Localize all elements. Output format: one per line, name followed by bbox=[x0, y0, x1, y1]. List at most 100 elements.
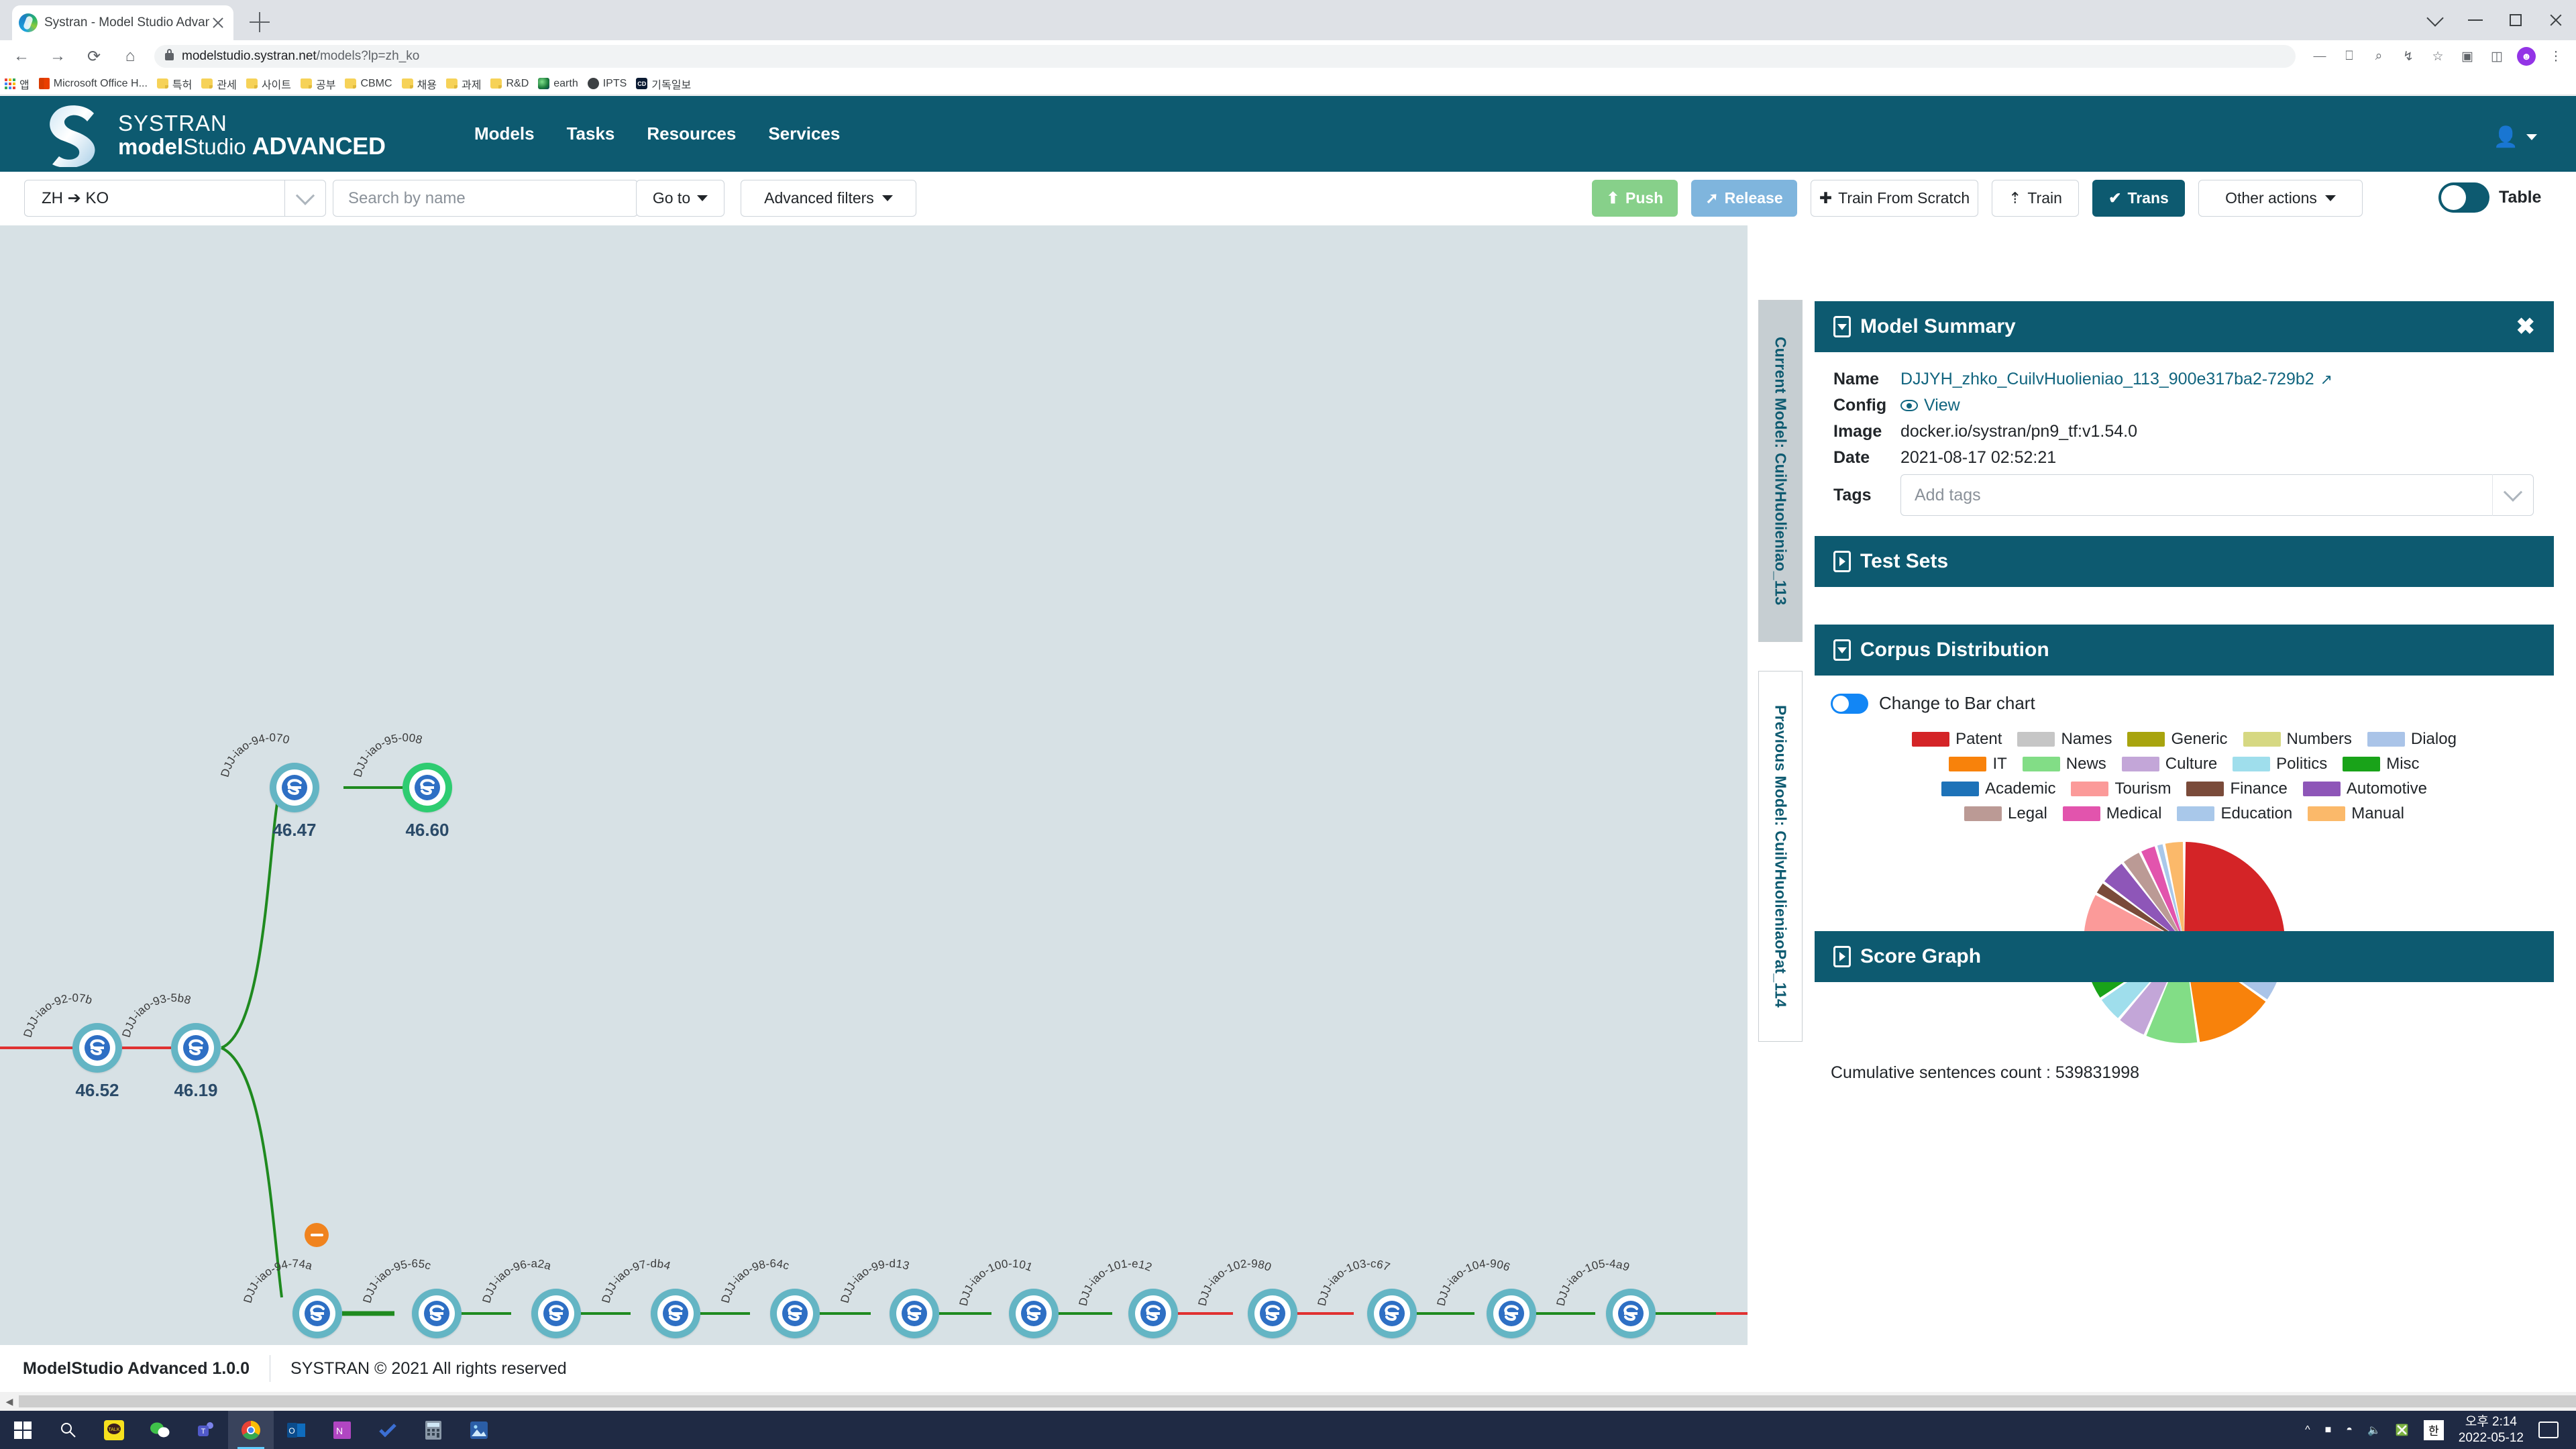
legend-item[interactable]: Generic bbox=[2127, 730, 2228, 749]
graph-node[interactable] bbox=[270, 763, 319, 812]
bookmark-folder-5[interactable]: CBMC bbox=[340, 72, 396, 95]
config-view-link[interactable]: View bbox=[1924, 396, 1960, 415]
toggle-switch[interactable] bbox=[2438, 182, 2489, 213]
nav-services[interactable]: Services bbox=[752, 123, 856, 144]
nav-models[interactable]: Models bbox=[458, 123, 551, 144]
legend-item[interactable]: Academic bbox=[1941, 780, 2055, 798]
bookmark-folder-7[interactable]: 과제 bbox=[441, 72, 486, 95]
profile-avatar[interactable]: ☻ bbox=[2514, 44, 2538, 68]
chevron-right-icon[interactable] bbox=[1833, 946, 1851, 967]
brand-logo[interactable]: SYSTRAN model Studio ADVANCED bbox=[42, 103, 386, 167]
graph-node[interactable] bbox=[412, 1289, 462, 1338]
legend-item[interactable]: Dialog bbox=[2367, 730, 2457, 749]
extensions-icon[interactable]: ▣ bbox=[2455, 44, 2479, 68]
wifi-icon[interactable]: ◓ bbox=[2346, 1424, 2353, 1436]
onenote-icon[interactable]: N bbox=[319, 1411, 365, 1449]
battery-icon[interactable]: ■ bbox=[2325, 1424, 2332, 1436]
train-button[interactable]: ⇡ Train bbox=[1992, 180, 2079, 217]
legend-item[interactable]: Medical bbox=[2062, 804, 2161, 823]
go-to-button[interactable]: Go to bbox=[636, 180, 724, 217]
nav-tasks[interactable]: Tasks bbox=[551, 123, 631, 144]
legend-item[interactable]: Politics bbox=[2233, 755, 2327, 773]
minimize-icon[interactable] bbox=[2455, 0, 2496, 40]
graph-node[interactable] bbox=[1606, 1289, 1656, 1338]
show-hidden-icons[interactable]: ^ bbox=[2305, 1424, 2310, 1436]
collapse-node-icon[interactable] bbox=[305, 1223, 329, 1247]
todo-icon[interactable] bbox=[365, 1411, 411, 1449]
close-icon[interactable]: ✖ bbox=[2516, 315, 2536, 338]
tab-search-icon[interactable] bbox=[2415, 0, 2455, 40]
legend-item[interactable]: Manual bbox=[2308, 804, 2404, 823]
graph-node[interactable] bbox=[651, 1289, 700, 1338]
bookmark-folder-8[interactable]: R&D bbox=[486, 72, 533, 95]
maximize-icon[interactable] bbox=[2496, 0, 2536, 40]
table-view-toggle[interactable]: Table bbox=[2438, 182, 2541, 213]
graph-node[interactable] bbox=[1487, 1289, 1536, 1338]
home-icon[interactable]: ⌂ bbox=[115, 42, 145, 71]
chrome-menu-icon[interactable]: ⋮ bbox=[2544, 44, 2568, 68]
bookmark-folder-6[interactable]: 채용 bbox=[397, 72, 441, 95]
legend-item[interactable]: News bbox=[2022, 755, 2106, 773]
nav-resources[interactable]: Resources bbox=[631, 123, 752, 144]
field-value[interactable]: View bbox=[1900, 396, 1960, 415]
clock[interactable]: 오후 2:14 2022-05-12 bbox=[2459, 1414, 2524, 1446]
translate-icon[interactable]: ⎯⎯ bbox=[2308, 44, 2332, 68]
bookmark-earth[interactable]: earth bbox=[533, 72, 582, 95]
onedrive-error-icon[interactable]: ❎ bbox=[2396, 1424, 2409, 1437]
bookmark-folder-1[interactable]: 특허 bbox=[152, 72, 197, 95]
search-input-wrapper[interactable] bbox=[333, 180, 638, 217]
address-bar[interactable]: modelstudio.systran.net/models?lp=zh_ko bbox=[154, 45, 2296, 68]
graph-node[interactable] bbox=[531, 1289, 581, 1338]
side-tab-previous-model[interactable]: Previous Model: CuilvHuolieniaoPat_114 bbox=[1758, 671, 1803, 1042]
other-actions-button[interactable]: Other actions bbox=[2198, 180, 2363, 217]
corpus-distribution-header[interactable]: Corpus Distribution bbox=[1815, 625, 2554, 676]
push-button[interactable]: ⬆ Push bbox=[1592, 180, 1678, 217]
pie-slice[interactable] bbox=[2184, 842, 2285, 943]
legend-item[interactable]: Misc bbox=[2343, 755, 2420, 773]
language-pair-select[interactable]: ZH ➔ KO bbox=[24, 180, 326, 217]
sidepanel-icon[interactable]: ◫ bbox=[2485, 44, 2509, 68]
graph-node[interactable] bbox=[890, 1289, 939, 1338]
reload-icon[interactable]: ⟳ bbox=[79, 42, 109, 71]
legend-item[interactable]: Culture bbox=[2121, 755, 2217, 773]
bookmark-ipts[interactable]: IPTS bbox=[583, 72, 632, 95]
back-icon[interactable]: ← bbox=[7, 42, 36, 71]
toggle-switch[interactable] bbox=[1831, 693, 1868, 714]
user-menu[interactable]: 👤 bbox=[2493, 125, 2537, 149]
chrome-taskbar-icon[interactable] bbox=[228, 1411, 274, 1449]
new-tab-icon[interactable] bbox=[250, 12, 270, 32]
model-summary-header[interactable]: Model Summary ✖ bbox=[1815, 301, 2554, 352]
model-name-link[interactable]: DJJYH_zhko_CuilvHuolieniao_113_900e317ba… bbox=[1900, 370, 2314, 389]
outlook-icon[interactable]: O bbox=[274, 1411, 319, 1449]
zoom-icon[interactable]: ⌕ bbox=[2367, 44, 2391, 68]
chevron-right-icon[interactable] bbox=[1833, 551, 1851, 572]
close-tab-icon[interactable] bbox=[209, 14, 227, 32]
calculator-icon[interactable] bbox=[411, 1411, 456, 1449]
bookmark-folder-3[interactable]: 사이트 bbox=[241, 72, 296, 95]
graph-node-released[interactable] bbox=[402, 763, 452, 812]
graph-node[interactable] bbox=[72, 1023, 122, 1073]
scrollbar-thumb[interactable] bbox=[19, 1395, 2576, 1407]
tags-input[interactable]: Add tags bbox=[1900, 474, 2534, 516]
graph-node[interactable] bbox=[171, 1023, 221, 1073]
trans-button[interactable]: ✔ Trans bbox=[2092, 180, 2185, 217]
chevron-down-icon[interactable] bbox=[2493, 482, 2533, 502]
legend-item[interactable]: IT bbox=[1949, 755, 2007, 773]
ime-indicator[interactable]: 한 bbox=[2423, 1419, 2444, 1440]
graph-node[interactable] bbox=[1009, 1289, 1059, 1338]
test-sets-header[interactable]: Test Sets bbox=[1815, 536, 2554, 587]
graph-node[interactable] bbox=[770, 1289, 820, 1338]
graph-node[interactable] bbox=[1128, 1289, 1178, 1338]
release-button[interactable]: ➚ Release bbox=[1691, 180, 1797, 217]
side-tab-current-model[interactable]: Current Model: CuilvHuolieniao_113 bbox=[1758, 300, 1803, 642]
bookmark-cd[interactable]: CD 기독일보 bbox=[631, 72, 696, 95]
advanced-filters-button[interactable]: Advanced filters bbox=[741, 180, 916, 217]
teams-icon[interactable]: T bbox=[182, 1411, 228, 1449]
score-graph-header[interactable]: Score Graph bbox=[1815, 931, 2554, 982]
chevron-down-icon[interactable] bbox=[1833, 639, 1851, 661]
bar-chart-toggle-row[interactable]: Change to Bar chart bbox=[1831, 693, 2538, 714]
field-value[interactable]: DJJYH_zhko_CuilvHuolieniao_113_900e317ba… bbox=[1900, 370, 2332, 389]
graph-node[interactable] bbox=[292, 1289, 342, 1338]
model-graph-canvas[interactable]: DJJ-iao-92-07b 46.52 DJJ-iao-93-5b8 46.1… bbox=[0, 225, 1748, 1345]
kakaotalk-icon[interactable]: TALK bbox=[91, 1411, 137, 1449]
